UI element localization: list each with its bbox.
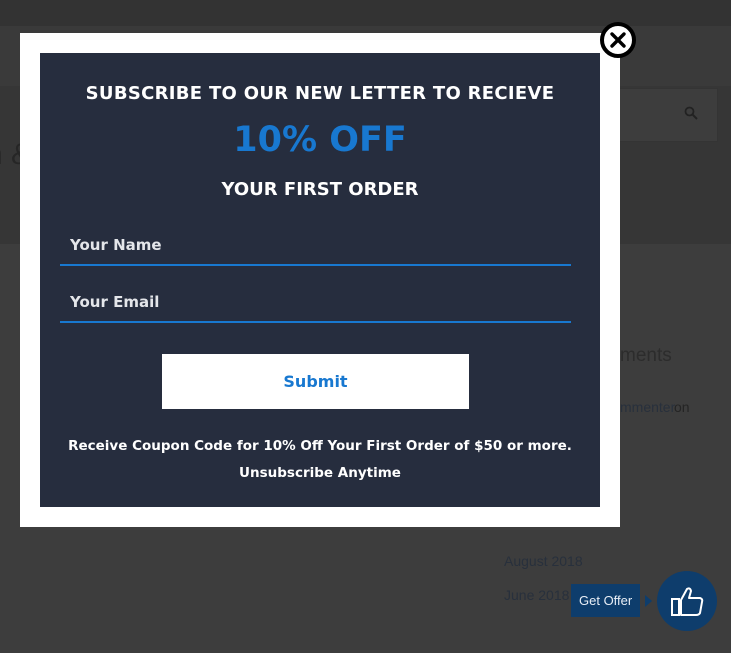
name-field[interactable] [60, 226, 571, 266]
search-icon[interactable] [684, 106, 698, 120]
submit-button[interactable]: Submit [162, 354, 469, 409]
unsubscribe-note: Unsubscribe Anytime [239, 465, 401, 481]
close-modal-button[interactable] [600, 22, 636, 58]
thumbs-up-icon [671, 587, 704, 616]
discount-text: 10% OFF [233, 120, 407, 160]
archive-link-august-2018[interactable]: August 2018 [504, 553, 583, 569]
close-icon [610, 32, 626, 48]
modal-subline: YOUR FIRST ORDER [221, 179, 419, 200]
email-field[interactable] [60, 283, 571, 323]
modal-headline: SUBSCRIBE TO OUR NEW LETTER TO RECIEVE [85, 83, 555, 104]
coupon-note: Receive Coupon Code for 10% Off Your Fir… [68, 438, 572, 454]
archive-link-june-2018[interactable]: June 2018 [504, 587, 569, 603]
recent-comment-on: on [674, 399, 690, 415]
recent-comments-title: ments [620, 345, 672, 366]
offer-label-pointer [645, 595, 652, 607]
get-offer-label[interactable]: Get Offer [571, 584, 641, 617]
get-offer-button[interactable] [657, 571, 717, 631]
recent-comment-author-link[interactable]: mmenter [620, 399, 675, 415]
